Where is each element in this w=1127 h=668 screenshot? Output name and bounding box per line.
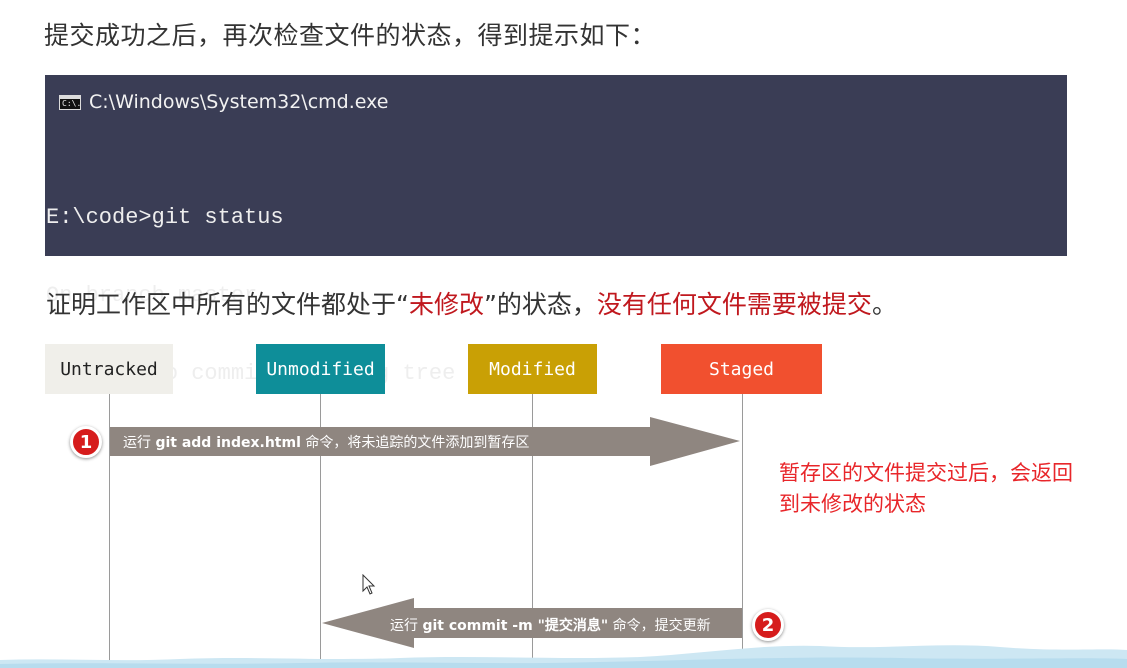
- mouse-cursor-icon: [362, 574, 376, 595]
- arrow-1-post: 命令，将未追踪的文件添加到暂存区: [300, 435, 530, 451]
- proof-text: 证明工作区中所有的文件都处于“未修改”的状态，没有任何文件需要被提交。: [46, 285, 897, 321]
- cmd-icon-text: C:\.: [62, 98, 82, 108]
- staged-note: 暂存区的文件提交过后，会返回 到未修改的状态: [779, 458, 1119, 520]
- arrow-1-pre: 运行: [123, 435, 156, 451]
- terminal-title: C:\Windows\System32\cmd.exe: [89, 91, 389, 113]
- proof-prefix: 证明工作区中所有的文件都处于“: [46, 290, 409, 319]
- terminal-window: C:\. C:\Windows\System32\cmd.exe E:\code…: [45, 75, 1067, 386]
- step-badge-2: 2: [752, 609, 784, 641]
- arrow-1-label: 运行 git add index.html 命令，将未追踪的文件添加到暂存区: [123, 432, 529, 452]
- note-line: 到未修改的状态: [779, 492, 926, 516]
- arrow-2-post: 命令，提交更新: [608, 618, 711, 634]
- proof-red-tail: 没有任何文件需要被提交: [596, 290, 872, 319]
- cmd-window-icon: C:\.: [59, 94, 82, 110]
- git-lifecycle-diagram: Untracked Unmodified Modified Staged 1 运…: [0, 330, 1127, 668]
- arrow-1-cmd: git add index.html: [155, 435, 301, 451]
- arrow-2-cmd: git commit -m "提交消息": [422, 618, 609, 634]
- terminal-line: E:\code>git status: [46, 205, 284, 230]
- note-line: 暂存区的文件提交过后，会返回: [779, 461, 1073, 485]
- proof-highlight: 未修改: [408, 290, 484, 319]
- terminal-title-bar: C:\. C:\Windows\System32\cmd.exe: [59, 91, 388, 113]
- arrow-2-label: 运行 git commit -m "提交消息" 命令，提交更新: [390, 615, 711, 635]
- wave-decoration: [0, 645, 1127, 668]
- proof-middle: ”的状态，: [483, 290, 597, 319]
- proof-end: 。: [871, 290, 897, 319]
- step-badge-1: 1: [70, 426, 102, 458]
- arrow-2-pre: 运行: [390, 618, 423, 634]
- intro-text: 提交成功之后，再次检查文件的状态，得到提示如下：: [44, 21, 657, 50]
